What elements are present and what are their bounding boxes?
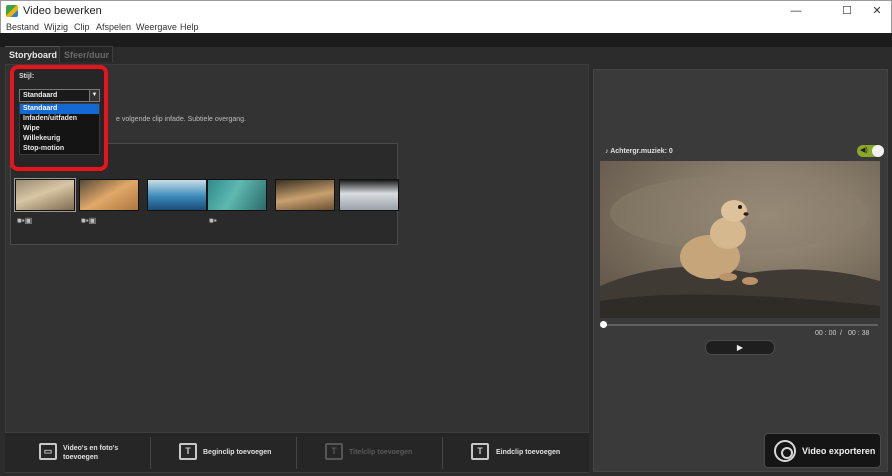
current-time: 00 : 00 (815, 330, 837, 337)
menu-bestand[interactable]: Bestand (6, 21, 39, 33)
style-selector-highlight: Stijl: Standaard ▼ Standaard Infaden/uit… (10, 65, 108, 171)
total-time: 00 : 38 (848, 330, 870, 337)
scrub-handle[interactable] (600, 321, 607, 328)
export-video-button[interactable]: Video exporteren (764, 433, 881, 468)
style-option-wipe[interactable]: Wipe (20, 124, 99, 134)
style-dropdown[interactable]: Standaard ▼ (19, 89, 100, 102)
toggle-knob (872, 145, 884, 157)
play-button[interactable]: ▶ (705, 340, 775, 355)
video-preview (600, 161, 880, 318)
menu-clip[interactable]: Clip (74, 21, 90, 33)
clip-thumbnail-6[interactable] (339, 179, 399, 211)
clip-thumbnail-4[interactable] (207, 179, 267, 211)
minimize-button[interactable]: — (780, 1, 812, 21)
clip-thumbnail-5[interactable] (275, 179, 335, 211)
add-title-clip-label: Titelclip toevoegen (349, 449, 413, 456)
add-end-clip-label: Eindclip toevoegen (496, 449, 561, 456)
app-icon (6, 5, 18, 17)
scrub-bar[interactable] (604, 324, 878, 326)
add-title-clip-button[interactable]: T Titelclip toevoegen (297, 433, 442, 473)
style-label: Stijl: (19, 73, 35, 80)
speaker-icon: ◀) (860, 147, 868, 154)
tab-storyboard[interactable]: Storyboard (5, 46, 59, 62)
maximize-button[interactable]: ☐ (831, 1, 863, 21)
menu-weergave[interactable]: Weergave (136, 21, 177, 33)
video-photo-icon: ■▪▣ (17, 216, 33, 225)
title-clip-icon: T (179, 443, 197, 460)
style-options-list: Standaard Infaden/uitfaden Wipe Willekeu… (19, 103, 100, 155)
time-separator: / (840, 330, 842, 337)
play-icon: ▶ (736, 343, 744, 352)
style-dropdown-value: Standaard (23, 92, 58, 99)
title-bar: Video bewerken — ☐ ✕ (0, 0, 892, 21)
clip-thumbnail-2[interactable] (79, 179, 139, 211)
clip-thumbnail-1[interactable] (14, 178, 76, 212)
video-icon: ■▪ (209, 216, 217, 225)
menu-afspelen[interactable]: Afspelen (96, 21, 131, 33)
window-title: Video bewerken (23, 5, 102, 17)
film-reel-icon (774, 440, 796, 462)
title-clip-icon: T (471, 443, 489, 460)
media-add-icon: ▭ (39, 443, 57, 460)
add-end-clip-button[interactable]: T Eindclip toevoegen (443, 433, 589, 473)
clip-thumbnail-3[interactable] (147, 179, 207, 211)
menu-wijzig[interactable]: Wijzig (44, 21, 68, 33)
music-toggle[interactable]: ◀) (857, 145, 884, 157)
tab-sfeer-duur[interactable]: Sfeer/duur (59, 46, 113, 62)
style-option-stop-motion[interactable]: Stop-motion (20, 144, 99, 154)
style-option-willekeurig[interactable]: Willekeurig (20, 134, 99, 144)
video-photo-icon: ■▪▣ (81, 216, 97, 225)
add-start-clip-button[interactable]: T Beginclip toevoegen (151, 433, 296, 473)
menu-help[interactable]: Help (180, 21, 199, 33)
style-option-standaard[interactable]: Standaard (20, 104, 99, 114)
menu-bar: Bestand Wijzig Clip Afspelen Weergave He… (0, 21, 892, 33)
bottom-action-bar: ▭ Video's en foto's toevoegen T Begincli… (5, 432, 589, 472)
add-media-label: Video's en foto's toevoegen (63, 445, 119, 461)
header-strip (0, 33, 892, 47)
effect-description: e volgende clip infade. Subtiele overgan… (116, 116, 246, 123)
background-music-label: ♪ Achtergr.muziek: 0 (605, 148, 673, 155)
add-start-clip-label: Beginclip toevoegen (203, 449, 272, 456)
background-music-count: Achtergr.muziek: 0 (610, 148, 673, 155)
chevron-down-icon: ▼ (89, 90, 99, 101)
preview-image (600, 161, 880, 318)
title-clip-icon: T (325, 443, 343, 460)
add-media-button[interactable]: ▭ Video's en foto's toevoegen (5, 433, 150, 473)
export-video-label: Video exporteren (802, 446, 876, 456)
style-option-infaden-uitfaden[interactable]: Infaden/uitfaden (20, 114, 99, 124)
close-button[interactable]: ✕ (861, 1, 892, 21)
